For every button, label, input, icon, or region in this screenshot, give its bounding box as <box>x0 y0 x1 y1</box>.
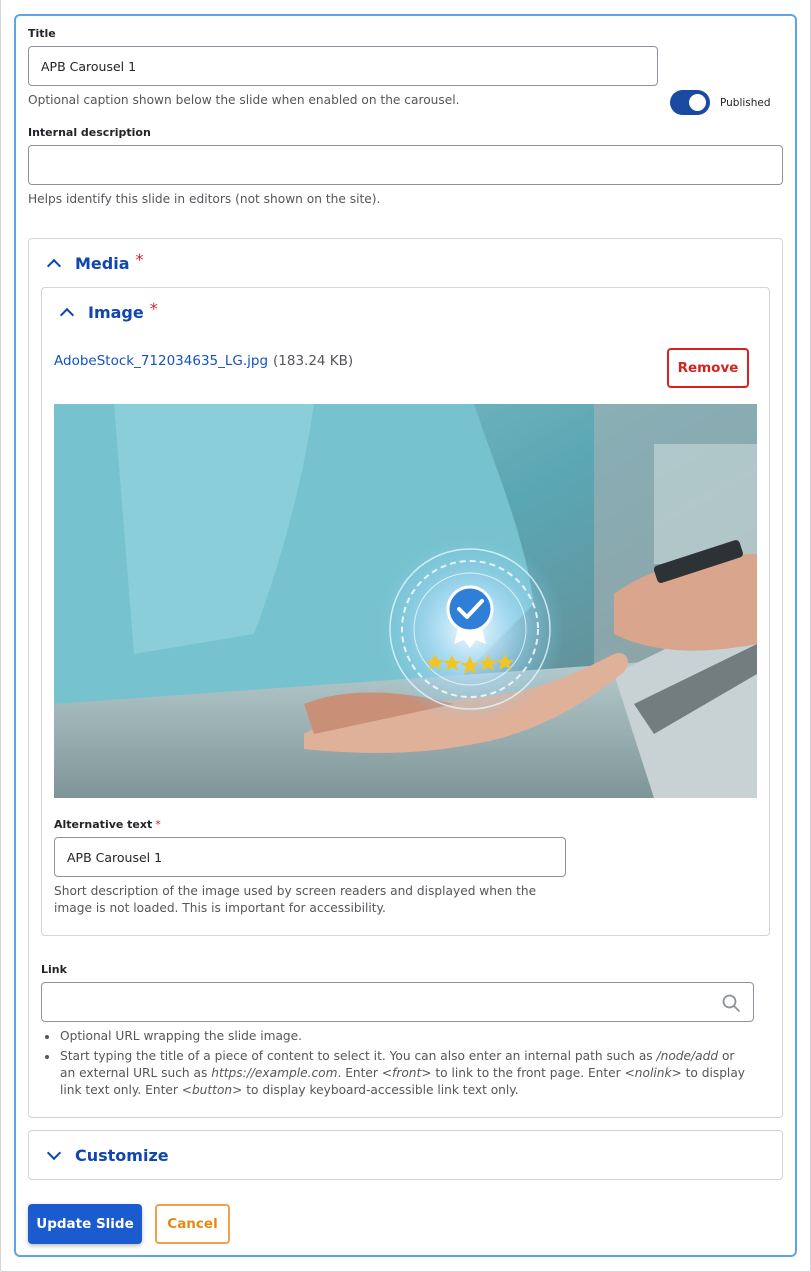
title-label: Title <box>28 27 56 40</box>
link-help-example: /node/add <box>656 1049 719 1063</box>
cancel-button[interactable]: Cancel <box>155 1204 230 1244</box>
update-slide-button[interactable]: Update Slide <box>28 1204 142 1244</box>
alt-text-label-text: Alternative text <box>54 818 153 831</box>
chevron-up-icon <box>59 307 75 322</box>
image-file-size: (183.24 KB) <box>273 353 354 369</box>
alt-text-label: Alternative text * <box>54 818 161 831</box>
image-summary-label: Image <box>88 302 144 322</box>
link-help-text: Optional URL wrapping the slide image. <box>60 1029 303 1043</box>
link-help-text: to display keyboard-accessible link text… <box>246 1083 519 1097</box>
link-help-item: Optional URL wrapping the slide image. <box>45 1028 750 1045</box>
internal-description-help: Helps identify this slide in editors (no… <box>28 192 381 206</box>
chevron-up-icon <box>46 258 62 273</box>
link-label: Link <box>41 963 67 976</box>
link-help-text: to link to the front page. <box>435 1066 585 1080</box>
link-input[interactable] <box>41 982 754 1022</box>
published-label: Published <box>720 97 771 109</box>
toggle-knob <box>689 94 706 111</box>
required-marker: * <box>149 298 158 318</box>
link-help-list: Optional URL wrapping the slide image. S… <box>45 1028 750 1102</box>
internal-description-label: Internal description <box>28 126 151 139</box>
alt-text-input[interactable]: APB Carousel 1 <box>54 837 566 877</box>
link-help-example: <nolink> <box>624 1066 682 1080</box>
link-help-text: . Enter <box>337 1066 378 1080</box>
alt-text-help: Short description of the image used by s… <box>54 884 537 915</box>
search-icon <box>722 994 740 1012</box>
required-marker: * <box>135 249 144 269</box>
link-help-example: <front> <box>381 1066 432 1080</box>
customize-summary-label: Customize <box>75 1145 169 1165</box>
chevron-down-icon <box>46 1145 62 1160</box>
customize-summary[interactable]: Customize <box>46 1144 169 1166</box>
internal-description-input[interactable] <box>28 145 783 185</box>
title-input[interactable]: APB Carousel 1 <box>28 46 658 86</box>
link-help-example: https://example.com <box>211 1066 338 1080</box>
link-help-item: Start typing the title of a piece of con… <box>45 1048 750 1099</box>
image-file-link[interactable]: AdobeStock_712034635_LG.jpg <box>54 353 268 369</box>
link-help-example: <button> <box>181 1083 243 1097</box>
media-summary-label: Media <box>75 253 130 273</box>
image-summary[interactable]: Image * <box>59 298 158 323</box>
published-toggle[interactable] <box>670 90 710 115</box>
media-summary[interactable]: Media * <box>46 249 144 274</box>
remove-image-button[interactable]: Remove <box>667 348 749 388</box>
image-preview <box>54 404 757 798</box>
title-help: Optional caption shown below the slide w… <box>28 93 460 107</box>
link-help-text: Enter <box>587 1066 621 1080</box>
image-preview-graphic <box>54 404 757 798</box>
link-help-text: Start typing the title of a piece of con… <box>60 1049 653 1063</box>
required-marker: * <box>155 818 161 831</box>
